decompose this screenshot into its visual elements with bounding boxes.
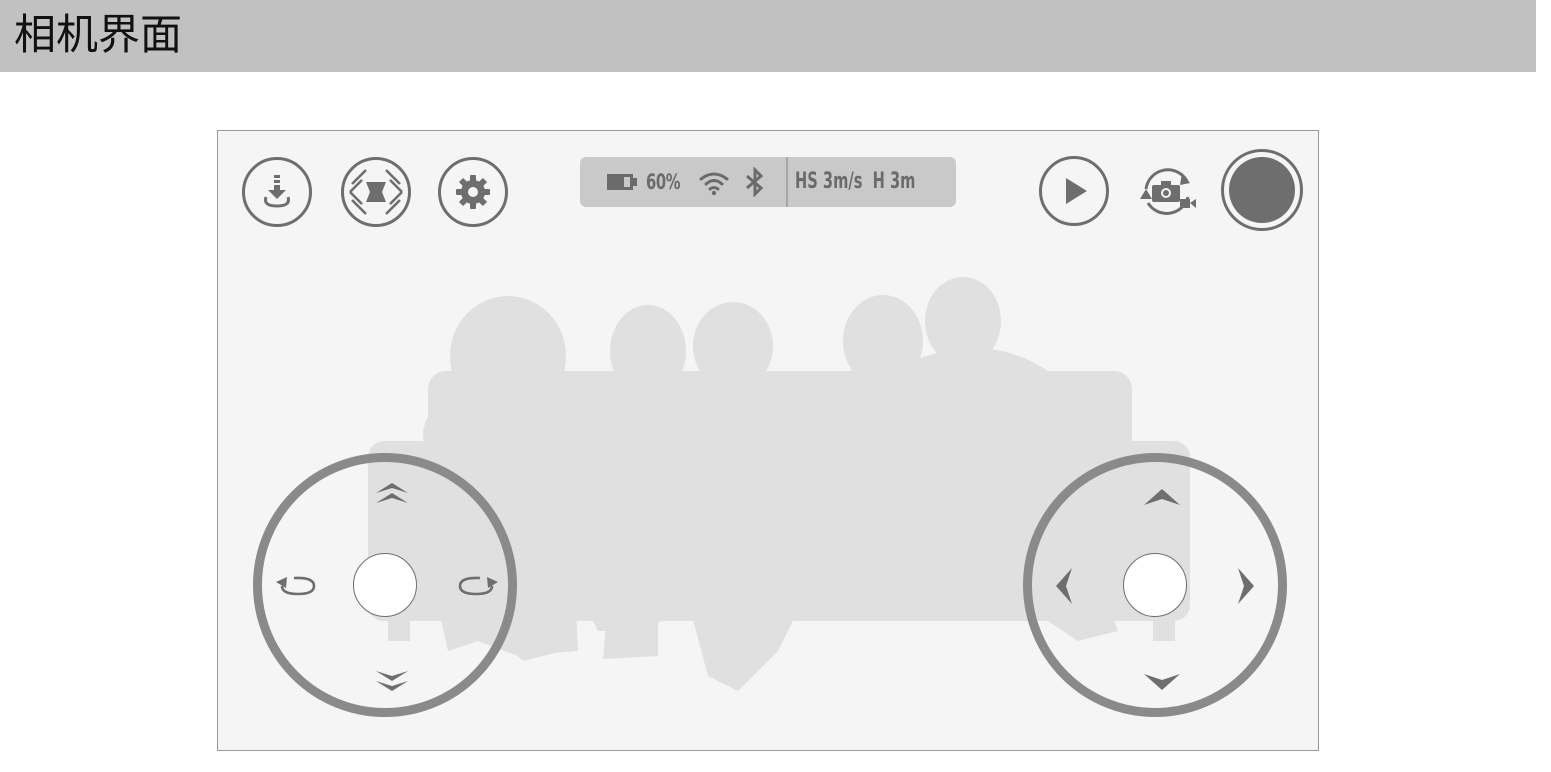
photo-video-switch-button[interactable] [1132,157,1202,227]
page-header: 相机界面 [0,0,1536,72]
right-joystick-knob[interactable] [1123,553,1187,617]
rotate-right-icon [458,576,498,596]
battery-percentage: 60% [646,170,681,194]
right-icon [1238,568,1254,604]
flight-mode-button[interactable] [341,157,411,227]
camera-switch-icon [1140,168,1196,215]
settings-button[interactable] [438,157,508,227]
speed-height-readout: HS 3m/s H 3m [795,169,916,194]
left-icon [1056,568,1072,604]
takeoff-download-icon [264,175,290,208]
left-joystick-knob[interactable] [353,553,417,617]
status-divider [786,157,788,207]
playback-button[interactable] [1039,156,1109,226]
bluetooth-icon [746,167,764,197]
rotate-left-icon [276,576,316,596]
backward-icon [1144,674,1180,690]
shutter-icon [1229,157,1295,223]
status-bar: 60% HS 3m/s H 3m [580,157,956,207]
descend-icon [376,671,408,691]
drone-icon [349,169,403,215]
page-title: 相机界面 [14,10,183,59]
shutter-button[interactable] [1221,149,1303,231]
gear-icon [456,175,490,209]
forward-icon [1144,489,1180,505]
play-icon [1066,178,1087,204]
camera-viewport[interactable]: 60% HS 3m/s H 3m [217,130,1319,751]
left-joystick[interactable] [253,453,517,717]
ascend-icon [376,483,408,503]
takeoff-land-button[interactable] [242,157,312,227]
battery-icon [607,174,637,190]
wifi-icon [699,172,729,196]
right-joystick[interactable] [1023,453,1287,717]
